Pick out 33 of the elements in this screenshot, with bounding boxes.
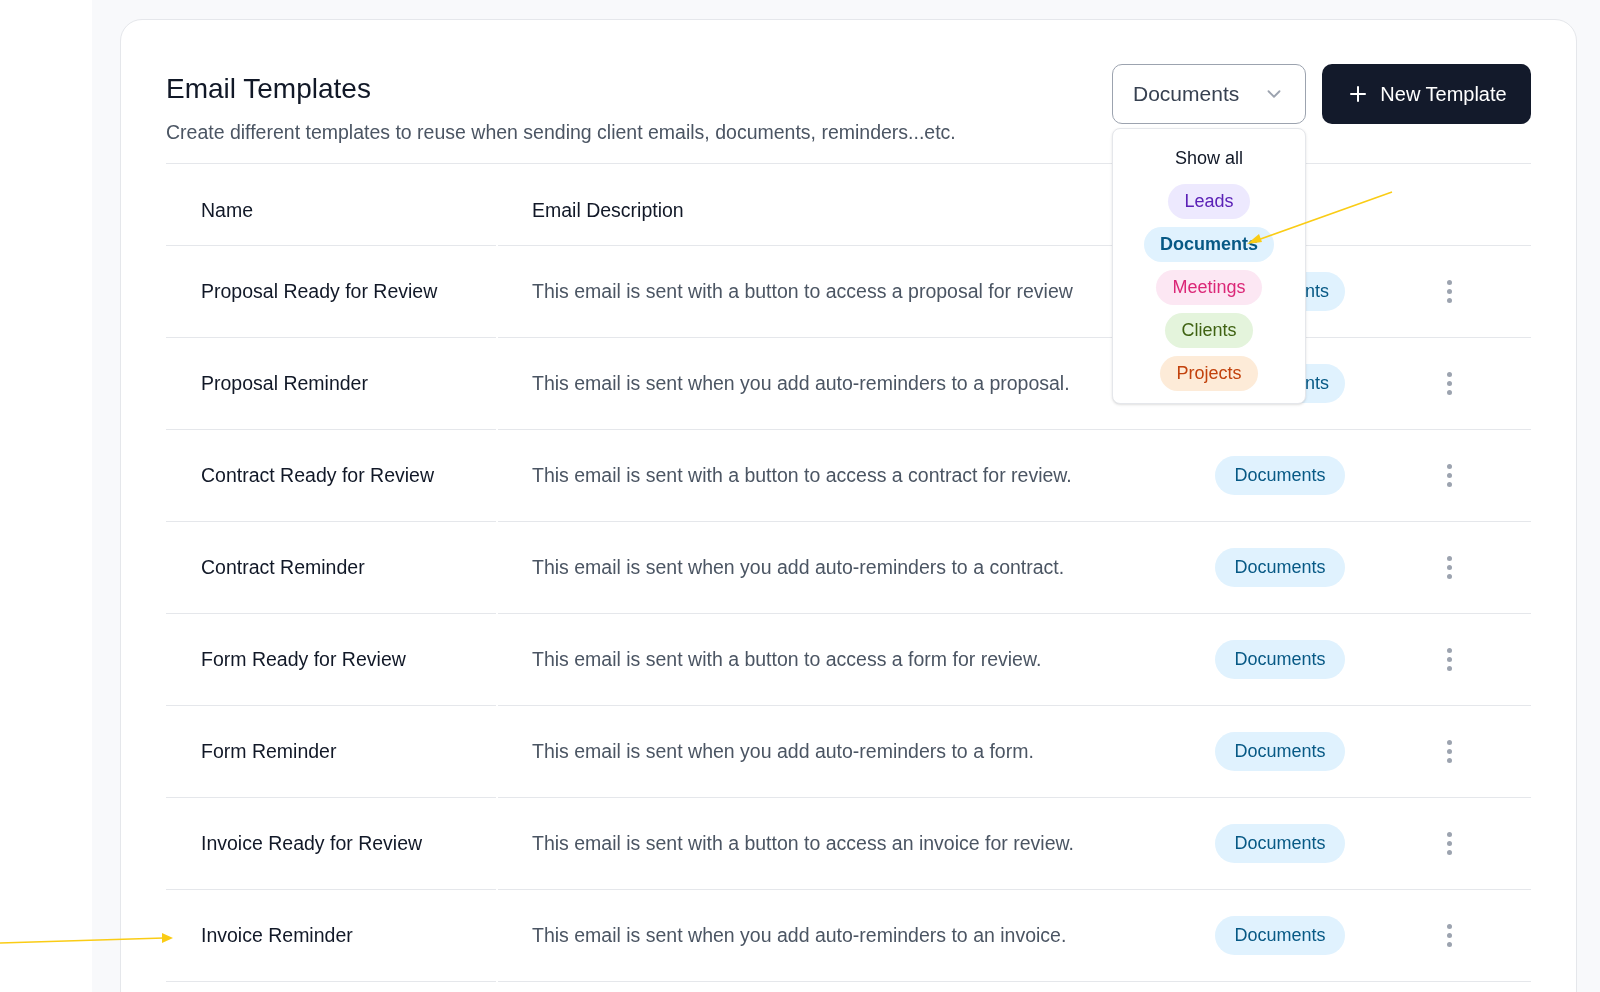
table-cell: Contract Reminder	[166, 522, 496, 615]
dropdown-option[interactable]: Projects	[1160, 356, 1258, 391]
table-cell: Invoice Reminder	[166, 890, 496, 983]
dropdown-option[interactable]: Documents	[1144, 227, 1274, 262]
table-cell: This email is sent with a button to access a contract for review.	[532, 464, 1072, 487]
table-cell: Contract Ready for Review	[166, 430, 496, 523]
column-header: Name	[166, 176, 496, 247]
category-tag: Documents	[1215, 916, 1345, 956]
category-tag: Documents	[1215, 732, 1345, 772]
table-cell: Invoice Ready for Review	[166, 798, 496, 891]
table-cell: This email is sent with a button to access a proposal for review	[532, 280, 1073, 303]
table-cell: Proposal Reminder	[166, 338, 496, 431]
new-template-button[interactable]: New Template	[1322, 64, 1531, 124]
category-tag: Documents	[1215, 640, 1345, 680]
table-cell: Proposal Ready for Review	[166, 246, 496, 339]
table-cell: This email is sent when you add auto-reminders to a contract.	[532, 556, 1065, 579]
table-cell: This email is sent when you add auto-reminders to a form.	[532, 740, 1034, 763]
dropdown-option[interactable]: Meetings	[1156, 270, 1262, 305]
table-cell: This email is sent when you add auto-reminders to a proposal.	[532, 372, 1070, 395]
table-cell: This email is sent with a button to access an invoice for review.	[532, 832, 1074, 855]
dropdown-option[interactable]: Clients	[1165, 313, 1253, 348]
page-subtitle: Create different templates to reuse when sending client emails, documents, reminders...etc.	[166, 120, 956, 145]
table-cell: This email is sent when you add auto-reminders to an invoice.	[532, 924, 1067, 947]
page-title: Email Templates	[166, 72, 372, 106]
category-tag: Documents	[1215, 456, 1345, 496]
category-dropdown[interactable]: Documents	[1112, 64, 1306, 124]
dropdown-option[interactable]: Leads	[1168, 184, 1250, 219]
table-cell: Form Ready for Review	[166, 614, 496, 707]
table-cell: Form Reminder	[166, 706, 496, 799]
category-tag: Documents	[1215, 824, 1345, 864]
dropdown-option[interactable]: Show all	[1162, 141, 1255, 176]
category-tag: Documents	[1215, 548, 1345, 588]
table-cell: This email is sent with a button to access a form for review.	[532, 648, 1042, 671]
